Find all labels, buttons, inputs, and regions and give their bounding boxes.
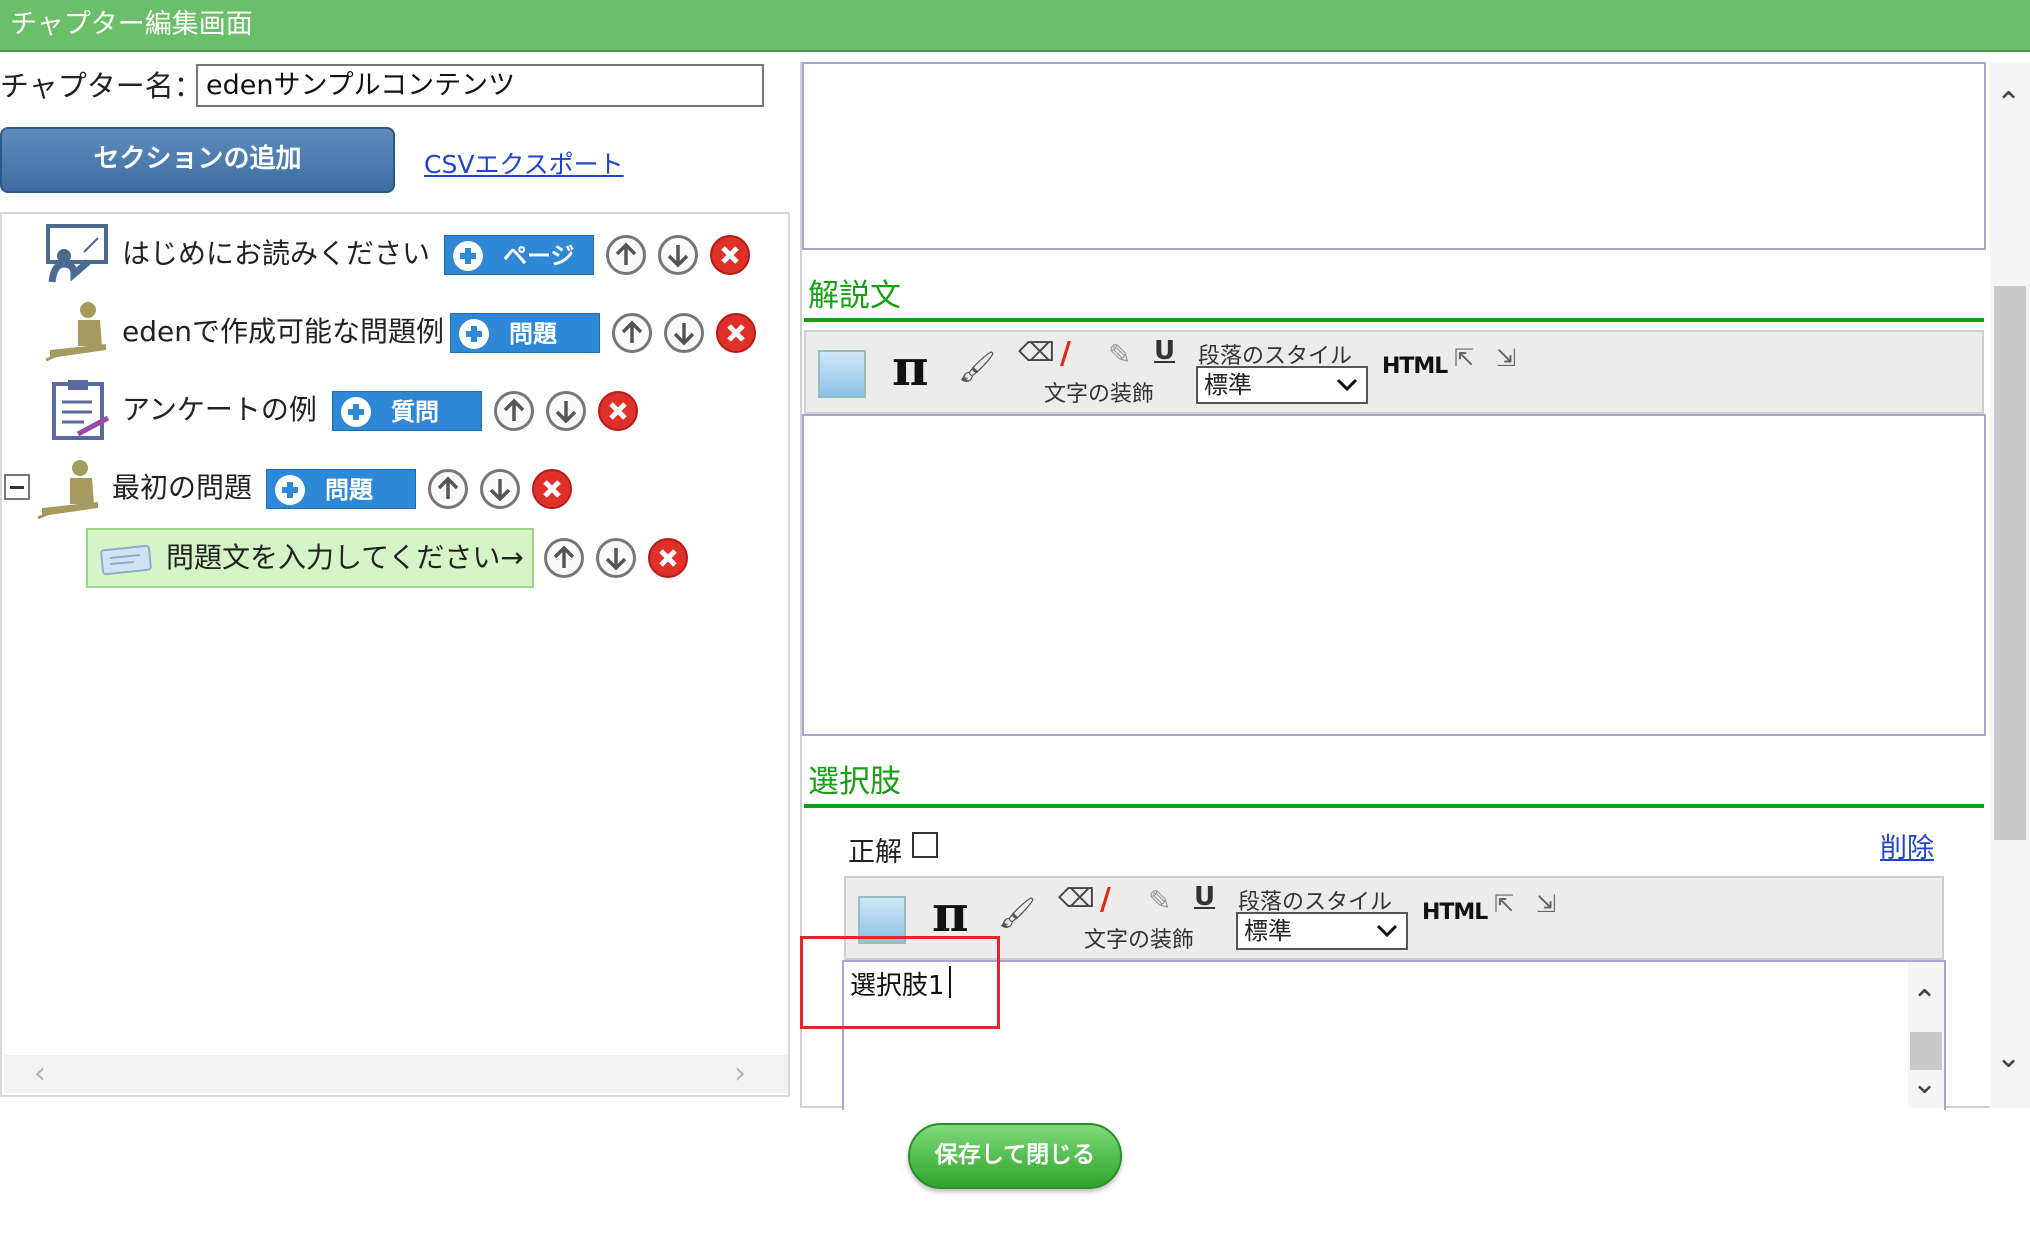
selected-tree-node[interactable]: 問題文を入力してください→ <box>86 528 534 588</box>
chevron-down-icon <box>1376 914 1398 955</box>
delete-node-button[interactable] <box>648 538 688 578</box>
choices-title: 選択肢 <box>808 764 901 800</box>
choice-editor[interactable] <box>842 960 1946 1110</box>
delete-choice-link[interactable]: 削除 <box>1880 826 1934 865</box>
move-up-button[interactable] <box>428 469 468 509</box>
expand-icon[interactable]: ⇱ <box>1454 344 1474 372</box>
plus-icon <box>453 241 483 271</box>
plus-icon <box>459 319 489 349</box>
format-brush-icon[interactable]: 🖌 <box>958 350 996 385</box>
scroll-down-icon[interactable]: ⌄ <box>1996 1040 2021 1075</box>
highlight-icon[interactable]: ✎ <box>1108 338 1131 371</box>
tree-horizontal-scrollbar[interactable]: ‹ › <box>4 1055 788 1093</box>
text-color-icon[interactable]: / <box>1060 336 1071 371</box>
add-page-button[interactable]: ページ <box>444 235 594 275</box>
decoration-label: 文字の装飾 <box>1044 382 1155 407</box>
paragraph-style-select[interactable]: 標準 <box>1196 366 1368 404</box>
move-down-button[interactable] <box>480 469 520 509</box>
scroll-down-icon[interactable]: ⌄ <box>1912 1066 1937 1101</box>
card-icon <box>100 544 152 580</box>
highlight-annotation-box <box>800 936 1000 1029</box>
window-title: チャプター編集画面 <box>10 9 253 40</box>
scroll-right-icon[interactable]: › <box>734 1057 746 1091</box>
person-desk-icon <box>36 458 102 520</box>
save-and-close-button[interactable]: 保存して閉じる <box>908 1123 1122 1189</box>
shrink-icon[interactable]: ⇲ <box>1536 890 1556 918</box>
move-up-button[interactable] <box>612 313 652 353</box>
insert-image-icon[interactable] <box>818 350 866 398</box>
expand-icon[interactable]: ⇱ <box>1494 890 1514 918</box>
scroll-up-icon[interactable]: ⌃ <box>1996 86 2021 121</box>
tree-node-label: 問題文を入力してください→ <box>166 541 524 574</box>
move-up-button[interactable] <box>544 538 584 578</box>
choice-editor-scrollbar[interactable]: ⌃ ⌄ <box>1908 962 1944 1108</box>
presentation-icon <box>44 222 110 284</box>
tree-node-label[interactable]: はじめにお読みください <box>122 234 430 274</box>
math-pi-icon[interactable]: π <box>892 338 929 398</box>
text-color-icon[interactable]: / <box>1100 882 1111 917</box>
math-pi-icon[interactable]: π <box>932 884 969 944</box>
editor-vertical-scrollbar[interactable]: ⌃ ⌄ <box>1990 62 2030 1108</box>
choice-toolbar: π 🖌 ⌫ / ✎ U 文字の装飾 段落のスタイル 標準 HTML ⇱ ⇲ <box>844 876 1944 960</box>
add-section-button[interactable]: セクションの追加 <box>0 127 395 193</box>
delete-node-button[interactable] <box>710 235 750 275</box>
plus-icon <box>275 475 305 505</box>
html-mode-button[interactable]: HTML <box>1382 354 1448 379</box>
tree-node-label[interactable]: edenで作成可能な問題例 <box>122 312 444 352</box>
move-down-button[interactable] <box>596 538 636 578</box>
scrollbar-thumb[interactable] <box>1994 286 2026 840</box>
chevron-down-icon <box>1336 368 1358 409</box>
move-down-button[interactable] <box>664 313 704 353</box>
format-brush-icon[interactable]: 🖌 <box>998 896 1036 931</box>
section-divider <box>804 318 1984 322</box>
tree-node-label[interactable]: アンケートの例 <box>122 390 317 430</box>
scroll-left-icon[interactable]: ‹ <box>34 1057 46 1091</box>
explanation-title: 解説文 <box>808 278 901 314</box>
scrollbar-thumb[interactable] <box>1910 1032 1942 1070</box>
delete-node-button[interactable] <box>532 469 572 509</box>
move-down-button[interactable] <box>658 235 698 275</box>
csv-export-link[interactable]: CSVエクスポート <box>424 145 624 181</box>
highlight-icon[interactable]: ✎ <box>1148 884 1171 917</box>
move-up-button[interactable] <box>606 235 646 275</box>
decoration-label: 文字の装飾 <box>1084 928 1195 953</box>
window-title-bar: チャプター編集画面 <box>0 0 2030 52</box>
collapse-toggle[interactable] <box>4 474 30 500</box>
chapter-name-input[interactable]: edenサンプルコンテンツ <box>196 64 764 107</box>
add-question-button[interactable]: 問題 <box>450 313 600 353</box>
scroll-up-icon[interactable]: ⌃ <box>1912 984 1937 1019</box>
underline-icon[interactable]: U <box>1194 882 1215 912</box>
add-survey-question-button[interactable]: 質問 <box>332 391 482 431</box>
delete-node-button[interactable] <box>598 391 638 431</box>
explanation-toolbar: π 🖌 ⌫ / ✎ U 文字の装飾 段落のスタイル 標準 HTML ⇱ ⇲ <box>804 330 1984 414</box>
plus-icon <box>341 397 371 427</box>
explanation-editor[interactable] <box>802 414 1986 736</box>
correct-answer-checkbox[interactable] <box>912 832 938 858</box>
move-down-button[interactable] <box>546 391 586 431</box>
tree-node-label[interactable]: 最初の問題 <box>112 468 252 508</box>
underline-icon[interactable]: U <box>1154 336 1175 366</box>
person-desk-icon <box>44 300 110 362</box>
clipboard-icon <box>48 378 114 440</box>
chapter-name-label: チャプター名： <box>0 69 203 103</box>
correct-answer-label: 正解 <box>848 837 902 868</box>
paragraph-style-select[interactable]: 標準 <box>1236 912 1408 950</box>
html-mode-button[interactable]: HTML <box>1422 900 1488 925</box>
shrink-icon[interactable]: ⇲ <box>1496 344 1516 372</box>
delete-node-button[interactable] <box>716 313 756 353</box>
add-question-button[interactable]: 問題 <box>266 469 416 509</box>
eraser-icon[interactable]: ⌫ <box>1018 338 1055 368</box>
move-up-button[interactable] <box>494 391 534 431</box>
eraser-icon[interactable]: ⌫ <box>1058 884 1095 914</box>
section-divider <box>804 804 1984 808</box>
question-body-editor[interactable] <box>802 62 1986 250</box>
